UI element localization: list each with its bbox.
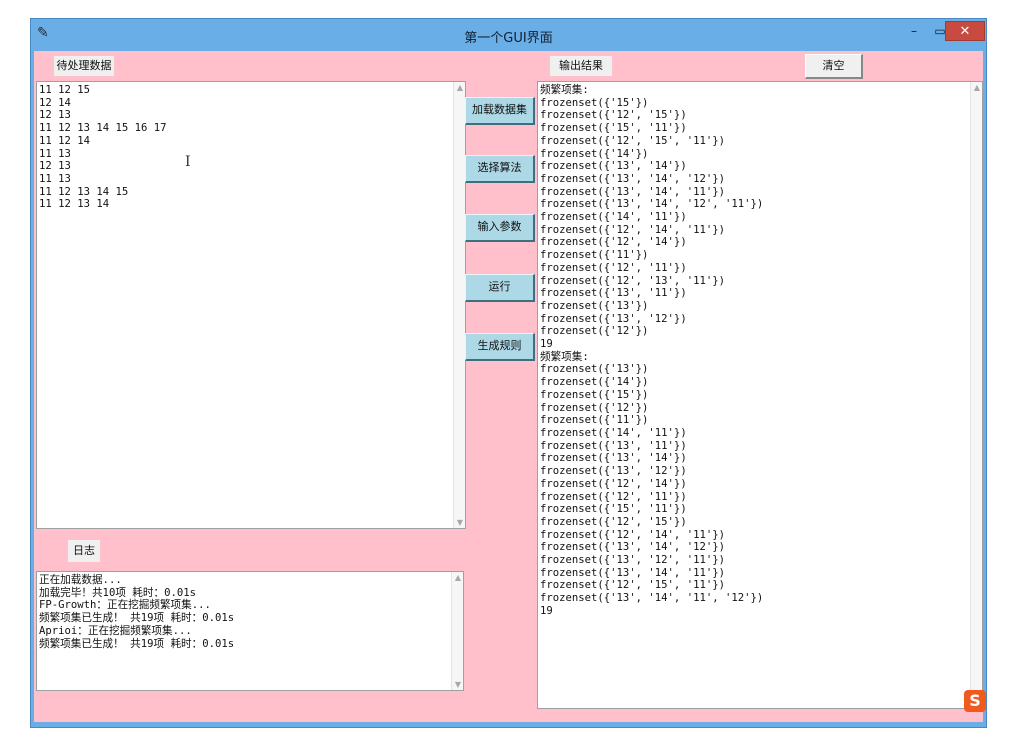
scroll-up-icon[interactable]: ▲: [971, 83, 982, 92]
text-line: Aprioi：正在挖掘频繁项集...: [39, 624, 192, 637]
input-scrollbar[interactable]: ▲ ▼: [453, 82, 465, 528]
text-line: 11 12 14: [39, 134, 91, 147]
text-line: frozenset({'12'}): [540, 325, 649, 338]
output-label: 输出结果: [550, 56, 612, 76]
text-line: FP-Growth：正在挖掘频繁项集...: [39, 599, 211, 612]
scroll-down-icon[interactable]: ▼: [454, 518, 465, 527]
text-line: 11 13: [39, 172, 71, 185]
text-line: frozenset({'15'}): [540, 388, 649, 401]
run-button[interactable]: 运行: [465, 274, 535, 302]
input-params-button[interactable]: 输入参数: [465, 214, 535, 242]
text-line: 19: [540, 338, 553, 351]
text-line: frozenset({'13', '14', '12', '11'}): [540, 198, 764, 211]
text-line: frozenset({'13', '11'}): [540, 439, 687, 452]
text-line: frozenset({'13', '14'}): [540, 160, 687, 173]
text-line: frozenset({'12', '13', '11'}): [540, 274, 725, 287]
window-title: 第一个GUI界面: [464, 31, 553, 46]
text-line: frozenset({'15', '11'}): [540, 503, 687, 516]
scroll-up-icon[interactable]: ▲: [452, 573, 463, 582]
text-line: frozenset({'12'}): [540, 401, 649, 414]
text-line: frozenset({'13', '12'}): [540, 312, 687, 325]
log-label: 日志: [68, 540, 100, 562]
text-line: 12 14: [39, 96, 71, 109]
text-cursor-icon: I: [185, 154, 191, 170]
text-line: frozenset({'13', '12'}): [540, 465, 687, 478]
text-line: 频繁项集已生成！ 共19项 耗时：0.01s: [39, 637, 235, 650]
text-line: frozenset({'12', '15', '11'}): [540, 134, 725, 147]
sogou-logo-icon[interactable]: S: [964, 690, 986, 712]
log-textbox[interactable]: 正在加载数据... 加载完毕！共10项 耗时：0.01s FP-Growth：正在挖…: [36, 571, 464, 691]
text-line: frozenset({'13'}): [540, 299, 649, 312]
text-line: 11 12 15: [39, 84, 91, 96]
output-lines: 频繁项集: frozenset({'15'}) frozenset({'12', '…: [540, 84, 763, 618]
client-area: 待处理数据 11 12 15 12 14 12 13 11 12 13 14 15 1…: [34, 51, 983, 722]
input-data-label: 待处理数据: [54, 56, 114, 76]
text-line: frozenset({'12', '14', '11'}): [540, 528, 725, 541]
text-line: 频繁项集:: [540, 350, 589, 363]
title-bar[interactable]: ✎ 第一个GUI界面 – ▭ ✕: [31, 19, 986, 51]
text-line: frozenset({'11'}): [540, 249, 649, 262]
text-line: 11 12 13 14 15: [39, 185, 129, 198]
load-data-button[interactable]: 加载数据集: [465, 97, 535, 125]
text-line: 19: [540, 604, 553, 617]
text-line: 11 12 13 14: [39, 198, 110, 211]
close-button[interactable]: ✕: [945, 21, 985, 41]
input-data-lines: 11 12 15 12 14 12 13 11 12 13 14 15 16 17 11…: [39, 84, 167, 211]
scroll-down-icon[interactable]: ▼: [452, 680, 463, 689]
text-line: frozenset({'13', '14'}): [540, 452, 687, 465]
text-line: frozenset({'12', '15', '11'}): [540, 579, 725, 592]
text-line: frozenset({'12', '14'}): [540, 477, 687, 490]
clear-button[interactable]: 清空: [805, 54, 863, 79]
input-data-textbox[interactable]: 11 12 15 12 14 12 13 11 12 13 14 15 16 17 11…: [36, 81, 466, 529]
app-window: ✎ 第一个GUI界面 – ▭ ✕ 待处理数据 11 12 15 12 14 12 1…: [30, 18, 987, 728]
text-line: 12 13: [39, 109, 71, 122]
output-textbox[interactable]: 频繁项集: frozenset({'15'}) frozenset({'12', '…: [537, 81, 983, 709]
text-line: frozenset({'12', '14'}): [540, 236, 687, 249]
text-line: 12 13: [39, 160, 71, 173]
text-line: frozenset({'12', '11'}): [540, 261, 687, 274]
log-scrollbar[interactable]: ▲ ▼: [451, 572, 463, 690]
select-algorithm-button[interactable]: 选择算法: [465, 155, 535, 183]
text-line: frozenset({'13', '11'}): [540, 287, 687, 300]
text-line: frozenset({'14'}): [540, 376, 649, 389]
generate-rules-button[interactable]: 生成规则: [465, 333, 535, 361]
text-line: frozenset({'13', '14', '11'}): [540, 566, 725, 579]
text-line: 正在加载数据...: [39, 574, 122, 586]
text-line: frozenset({'13', '14', '12'}): [540, 541, 725, 554]
text-line: frozenset({'14', '11'}): [540, 426, 687, 439]
text-line: frozenset({'12', '14', '11'}): [540, 223, 725, 236]
text-line: frozenset({'13', '14', '11'}): [540, 185, 725, 198]
text-line: 11 13: [39, 147, 71, 160]
text-line: frozenset({'12', '11'}): [540, 490, 687, 503]
minimize-button[interactable]: –: [901, 21, 927, 41]
text-line: frozenset({'14', '11'}): [540, 211, 687, 224]
text-line: frozenset({'15', '11'}): [540, 122, 687, 135]
text-line: frozenset({'13', '14', '12'}): [540, 172, 725, 185]
text-line: frozenset({'15'}): [540, 96, 649, 109]
text-line: 11 12 13 14 15 16 17: [39, 122, 167, 135]
log-lines: 正在加载数据... 加载完毕！共10项 耗时：0.01s FP-Growth：正在挖…: [39, 574, 234, 650]
output-scrollbar[interactable]: ▲: [970, 82, 982, 708]
text-line: frozenset({'13', '12', '11'}): [540, 554, 725, 567]
text-line: frozenset({'11'}): [540, 414, 649, 427]
text-line: frozenset({'13'}): [540, 363, 649, 376]
text-line: 加载完毕！共10项 耗时：0.01s: [39, 586, 196, 599]
text-line: frozenset({'13', '14', '11', '12'}): [540, 592, 764, 605]
text-line: 频繁项集已生成！ 共19项 耗时：0.01s: [39, 612, 235, 625]
text-line: frozenset({'12', '15'}): [540, 515, 687, 528]
scroll-up-icon[interactable]: ▲: [454, 83, 465, 92]
text-line: frozenset({'12', '15'}): [540, 109, 687, 122]
text-line: frozenset({'14'}): [540, 147, 649, 160]
text-line: 频繁项集:: [540, 84, 589, 96]
